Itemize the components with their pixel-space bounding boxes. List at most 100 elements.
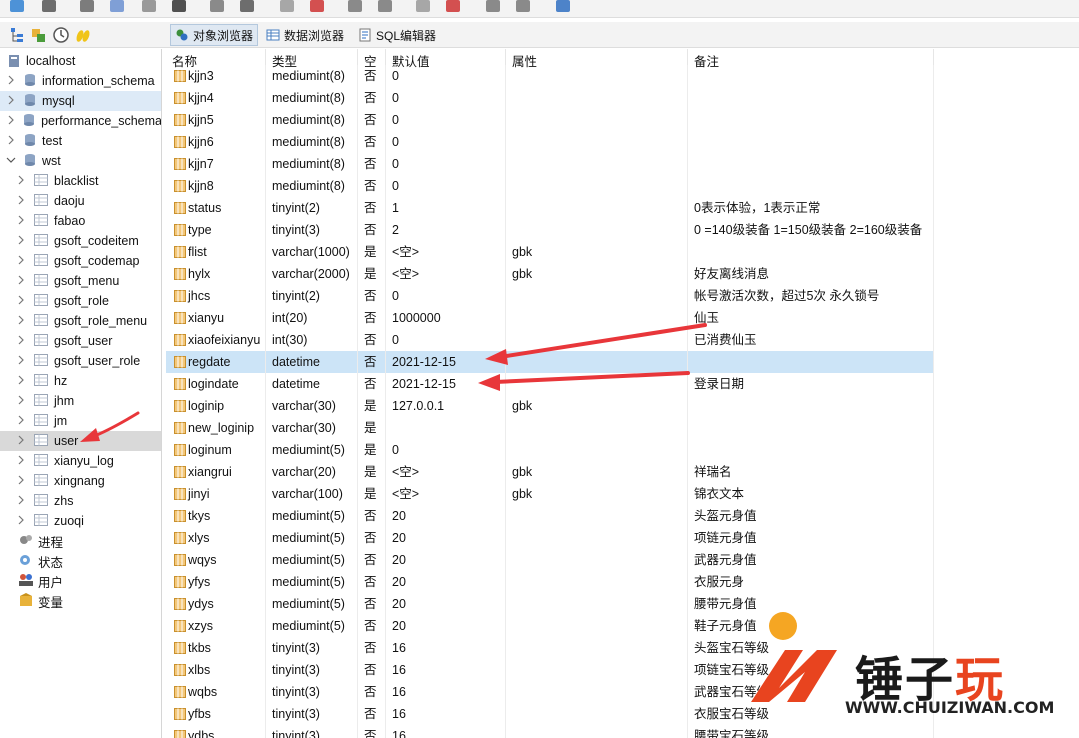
objects-icon[interactable]	[30, 26, 48, 44]
cell-default[interactable]: 20	[386, 505, 506, 527]
chevron-right-icon[interactable]	[16, 354, 26, 368]
cell-default[interactable]: 0	[386, 87, 506, 109]
cell-name[interactable]: ydys	[182, 593, 266, 615]
cell-comment[interactable]: 项链元身值	[688, 527, 934, 549]
cell-attribute[interactable]	[506, 505, 688, 527]
delete-icon[interactable]	[168, 0, 190, 16]
cell-name[interactable]: kjjn6	[182, 131, 266, 153]
cell-nullable[interactable]: 否	[358, 175, 386, 197]
cell-comment[interactable]	[688, 395, 934, 417]
cell-default[interactable]: 20	[386, 527, 506, 549]
cell-attribute[interactable]	[506, 219, 688, 241]
cell-nullable[interactable]: 是	[358, 483, 386, 505]
table-row[interactable]: loginip varchar(30) 是 127.0.0.1 gbk	[166, 395, 934, 417]
chevron-right-icon[interactable]	[16, 214, 26, 228]
cell-nullable[interactable]: 否	[358, 505, 386, 527]
cell-comment[interactable]	[688, 241, 934, 263]
cell-name[interactable]: xianyu	[182, 307, 266, 329]
chevron-right-icon[interactable]	[6, 74, 16, 88]
cell-comment[interactable]: 头盔元身值	[688, 505, 934, 527]
cell-attribute[interactable]	[506, 659, 688, 681]
cell-name[interactable]: loginum	[182, 439, 266, 461]
cell-type[interactable]: varchar(100)	[266, 483, 358, 505]
cell-attribute[interactable]	[506, 65, 688, 87]
cell-default[interactable]: 20	[386, 571, 506, 593]
cell-nullable[interactable]: 否	[358, 571, 386, 593]
cell-type[interactable]: int(20)	[266, 307, 358, 329]
cell-nullable[interactable]: 是	[358, 241, 386, 263]
cell-attribute[interactable]: gbk	[506, 483, 688, 505]
cell-nullable[interactable]: 否	[358, 549, 386, 571]
cell-name[interactable]: xiaofeixianyu	[182, 329, 266, 351]
cell-name[interactable]: xzys	[182, 615, 266, 637]
cell-comment[interactable]: 0 =140级装备 1=150级装备 2=160级装备	[688, 219, 934, 241]
cell-type[interactable]: tinyint(3)	[266, 659, 358, 681]
cell-name[interactable]: ydbs	[182, 725, 266, 738]
cell-name[interactable]: tkbs	[182, 637, 266, 659]
tree-table-user[interactable]: user	[0, 431, 161, 451]
cell-comment[interactable]	[688, 87, 934, 109]
tree-table-jm[interactable]: jm	[0, 411, 161, 431]
cell-default[interactable]: 127.0.0.1	[386, 395, 506, 417]
tree-table-xianyu-log[interactable]: xianyu_log	[0, 451, 161, 471]
cell-name[interactable]: jinyi	[182, 483, 266, 505]
history-icon[interactable]	[52, 26, 70, 44]
chevron-right-icon[interactable]	[6, 134, 16, 148]
cell-attribute[interactable]	[506, 197, 688, 219]
table-row[interactable]: jhcs tinyint(2) 否 0 帐号激活次数，超过5次 永久锁号	[166, 285, 934, 307]
cell-name[interactable]: kjjn5	[182, 109, 266, 131]
cell-name[interactable]: kjjn7	[182, 153, 266, 175]
cell-type[interactable]: varchar(20)	[266, 461, 358, 483]
cell-default[interactable]: 1000000	[386, 307, 506, 329]
cell-default[interactable]: 2021-12-15	[386, 373, 506, 395]
cell-default[interactable]	[386, 417, 506, 439]
table-row[interactable]: type tinyint(3) 否 2 0 =140级装备 1=150级装备 2=160…	[166, 219, 934, 241]
cell-name[interactable]: kjjn3	[182, 65, 266, 87]
table-row[interactable]: hylx varchar(2000) 是 <空> gbk 好友离线消息	[166, 263, 934, 285]
tree-table-zhs[interactable]: zhs	[0, 491, 161, 511]
tool-icon[interactable]	[344, 0, 366, 16]
cell-attribute[interactable]	[506, 351, 688, 373]
cell-name[interactable]: type	[182, 219, 266, 241]
table-row[interactable]: xianyu int(20) 否 1000000 仙玉	[166, 307, 934, 329]
table-row[interactable]: kjjn3 mediumint(8) 否 0	[166, 65, 934, 87]
tree-table-gsoft-user-role[interactable]: gsoft_user_role	[0, 351, 161, 371]
cell-type[interactable]: mediumint(8)	[266, 131, 358, 153]
link-icon[interactable]	[512, 0, 534, 16]
cell-attribute[interactable]: gbk	[506, 395, 688, 417]
tree-table-fabao[interactable]: fabao	[0, 211, 161, 231]
cell-default[interactable]: 0	[386, 109, 506, 131]
cell-comment[interactable]: 好友离线消息	[688, 263, 934, 285]
cell-comment[interactable]	[688, 351, 934, 373]
cell-attribute[interactable]: gbk	[506, 241, 688, 263]
cell-default[interactable]: 16	[386, 637, 506, 659]
cell-comment[interactable]	[688, 417, 934, 439]
cell-default[interactable]: 20	[386, 593, 506, 615]
cell-comment[interactable]: 仙玉	[688, 307, 934, 329]
cell-comment[interactable]: 0表示体验，1表示正常	[688, 197, 934, 219]
cell-attribute[interactable]	[506, 329, 688, 351]
cell-default[interactable]: 0	[386, 175, 506, 197]
cell-nullable[interactable]: 否	[358, 593, 386, 615]
cell-type[interactable]: int(30)	[266, 329, 358, 351]
tree-table-zuoqi[interactable]: zuoqi	[0, 511, 161, 531]
table-row[interactable]: flist varchar(1000) 是 <空> gbk	[166, 241, 934, 263]
table-row[interactable]: status tinyint(2) 否 1 0表示体验，1表示正常	[166, 197, 934, 219]
tree-table-xingnang[interactable]: xingnang	[0, 471, 161, 491]
table-row[interactable]: xlys mediumint(5) 否 20 项链元身值	[166, 527, 934, 549]
cell-attribute[interactable]: gbk	[506, 461, 688, 483]
favorites-icon[interactable]	[74, 26, 92, 44]
key-icon[interactable]	[482, 0, 504, 16]
chevron-down-icon[interactable]	[6, 154, 16, 168]
cell-comment[interactable]: 衣服元身	[688, 571, 934, 593]
chevron-right-icon[interactable]	[16, 374, 26, 388]
cell-attribute[interactable]	[506, 153, 688, 175]
cell-nullable[interactable]: 否	[358, 725, 386, 738]
tab-data-browser[interactable]: 数据浏览器	[262, 24, 348, 46]
table-row[interactable]: xiangrui varchar(20) 是 <空> gbk 祥瑞名	[166, 461, 934, 483]
table-row[interactable]: kjjn6 mediumint(8) 否 0	[166, 131, 934, 153]
cell-name[interactable]: xiangrui	[182, 461, 266, 483]
cell-comment[interactable]	[688, 109, 934, 131]
refresh-icon[interactable]	[6, 0, 28, 16]
table-row[interactable]: kjjn4 mediumint(8) 否 0	[166, 87, 934, 109]
